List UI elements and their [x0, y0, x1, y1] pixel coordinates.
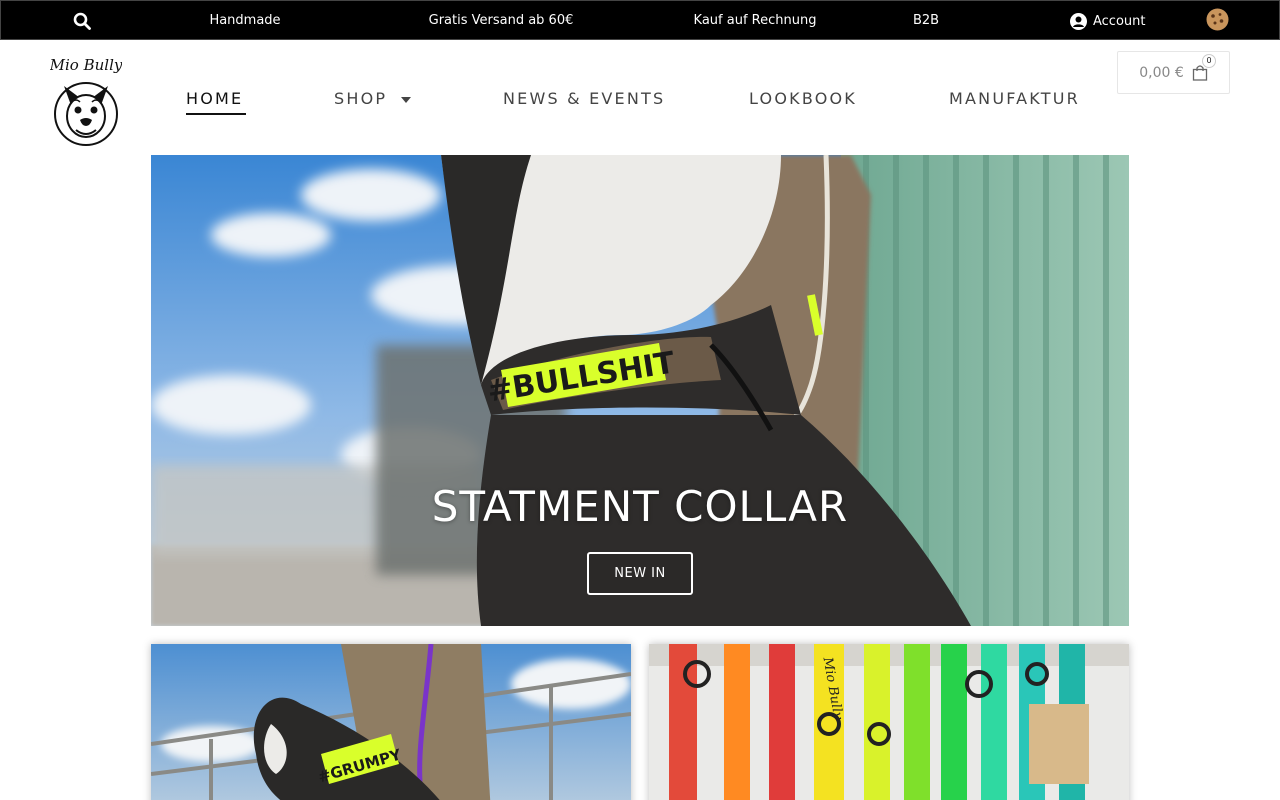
account-label: Account: [1093, 13, 1146, 29]
nav-shop[interactable]: SHOP: [334, 88, 412, 110]
tile-image-leashes: Mio Bully: [649, 644, 1129, 800]
topbar-b2b-link[interactable]: B2B: [913, 1, 939, 41]
nav-home[interactable]: HOME: [186, 88, 243, 110]
chevron-down-icon: [401, 96, 412, 103]
nav-manufaktur[interactable]: MANUFAKTUR: [949, 88, 1080, 110]
cart-button[interactable]: 0,00 € 0: [1117, 51, 1230, 94]
top-bar: Handmade Gratis Versand ab 60€ Kauf auf …: [0, 0, 1280, 40]
nav-lookbook[interactable]: LOOKBOOK: [749, 88, 857, 110]
logo-text: Mio Bully: [50, 56, 122, 74]
cart-amount: 0,00 €: [1139, 64, 1184, 81]
hero-title: STATMENT COLLAR: [431, 482, 849, 531]
nav-active-indicator: [186, 113, 246, 115]
nav-news-events[interactable]: NEWS & EVENTS: [503, 88, 665, 110]
search-icon[interactable]: [73, 12, 91, 30]
cart-count-badge: 0: [1202, 54, 1216, 68]
account-link[interactable]: Account: [1070, 1, 1146, 41]
category-tile-left[interactable]: #GRUMPY: [151, 644, 631, 800]
tile-image-bulldog: #GRUMPY: [151, 644, 631, 800]
new-in-button[interactable]: NEW IN: [587, 552, 693, 595]
mio-bully-logo[interactable]: Mio Bully: [50, 52, 122, 148]
nav-shop-label: SHOP: [334, 89, 388, 108]
hero-banner[interactable]: #BULLSHIT STATMENT COLLAR NEW IN: [151, 155, 1129, 626]
topbar-handmade: Handmade: [209, 13, 281, 28]
topbar-free-shipping: Gratis Versand ab 60€: [428, 13, 574, 28]
user-circle-icon: [1070, 12, 1087, 30]
cookie-icon[interactable]: [1206, 8, 1229, 31]
category-tile-right[interactable]: Mio Bully: [649, 644, 1129, 800]
topbar-invoice: Kauf auf Rechnung: [693, 13, 817, 28]
